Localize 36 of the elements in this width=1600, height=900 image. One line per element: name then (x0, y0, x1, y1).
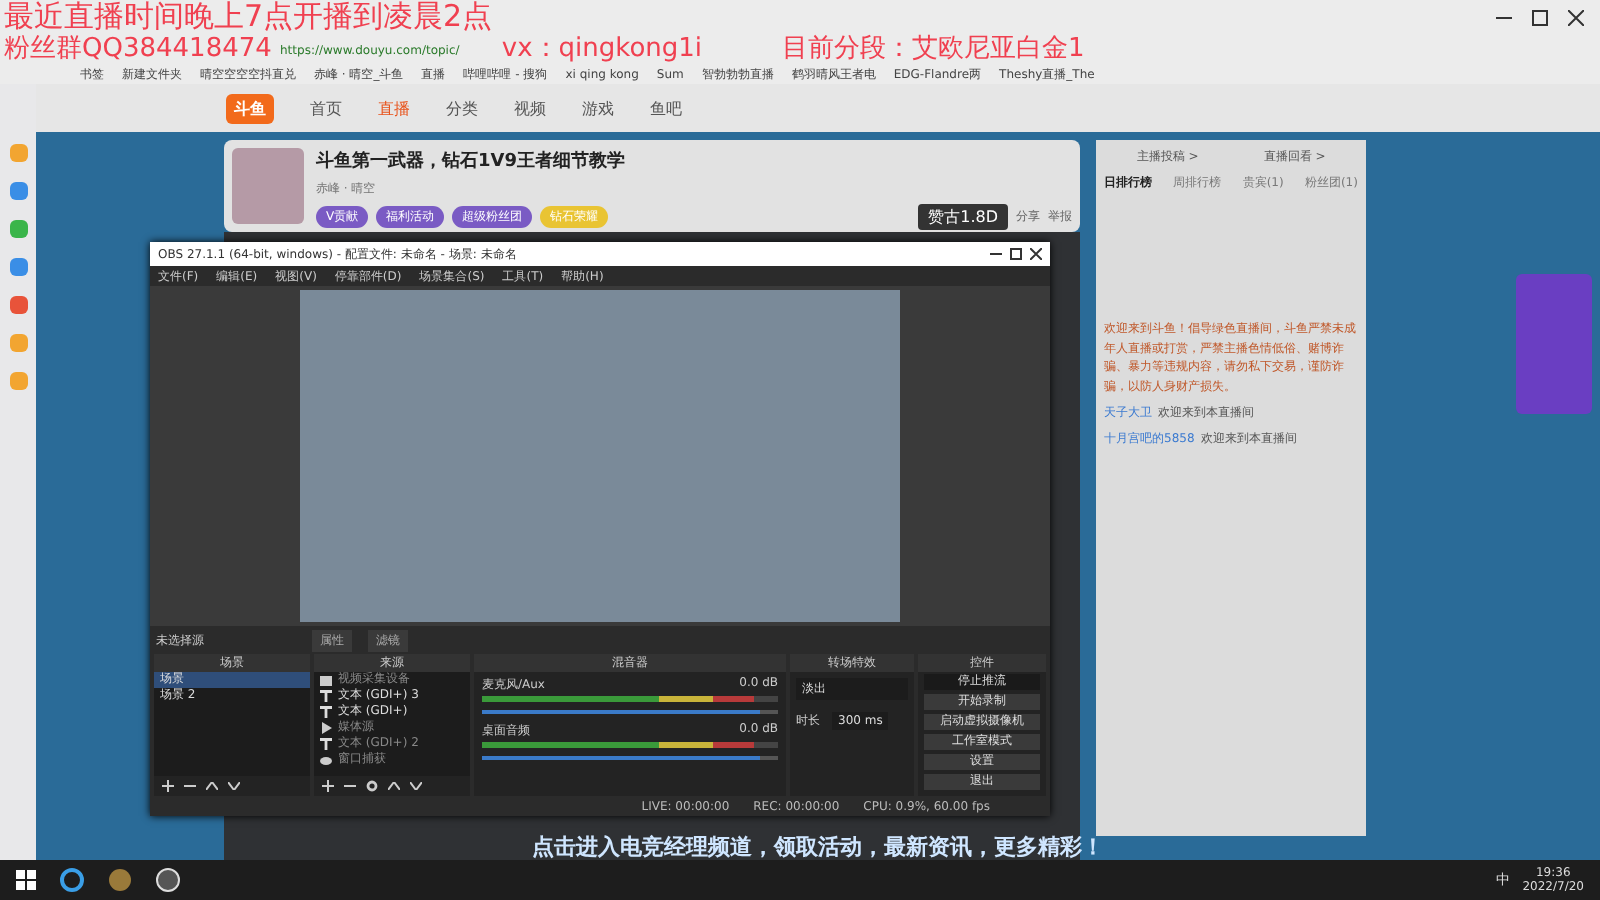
app-icon[interactable] (9, 182, 27, 200)
app-icon[interactable] (9, 258, 27, 276)
nav-link[interactable]: 首页 (310, 97, 342, 119)
remove-icon[interactable] (184, 780, 196, 792)
play-icon (320, 722, 332, 734)
obs-app-icon[interactable] (156, 868, 180, 892)
overlay-caption: vx：qingkong1i (501, 34, 703, 64)
promo-banner-text: 点击进入电竞经理频道，领取活动，最新资讯，更多精彩！ (530, 834, 1106, 860)
overlay-caption: 粉丝群QQ384418474 (4, 34, 272, 64)
windows-start-icon[interactable] (16, 870, 36, 890)
browser-app-icon[interactable] (60, 868, 84, 892)
camera-icon (320, 675, 332, 685)
stream-title: 斗鱼第一武器，钻石1V9王者细节教学 (316, 148, 627, 174)
add-icon[interactable] (322, 780, 334, 792)
move-down-icon[interactable] (228, 782, 240, 790)
nav-link[interactable]: 游戏 (582, 97, 614, 119)
avatar-placeholder (232, 148, 304, 224)
remove-icon[interactable] (344, 780, 356, 792)
overlay-caption: 最近直播时间晚上7点开播到凌晨2点 (4, 0, 493, 34)
nav-link[interactable]: 鱼吧 (650, 97, 682, 119)
move-up-icon[interactable] (388, 782, 400, 790)
minimize-icon[interactable] (990, 248, 1002, 260)
app-icon[interactable] (9, 296, 27, 314)
nav-link[interactable]: 视频 (514, 97, 546, 119)
close-icon[interactable] (1568, 10, 1584, 26)
move-down-icon[interactable] (410, 782, 422, 790)
move-up-icon[interactable] (206, 782, 218, 790)
close-icon[interactable] (1030, 248, 1042, 260)
maximize-icon[interactable] (1010, 248, 1022, 260)
maximize-icon[interactable] (1532, 10, 1548, 26)
nav-link[interactable]: 分类 (446, 97, 478, 119)
score-badge: 赞古1.8D (918, 204, 1008, 230)
overlay-caption: 目前分段：艾欧尼亚白金1 (782, 34, 1085, 64)
add-icon[interactable] (162, 780, 174, 792)
settings-icon[interactable] (366, 780, 378, 792)
text-source-icon (320, 738, 332, 750)
